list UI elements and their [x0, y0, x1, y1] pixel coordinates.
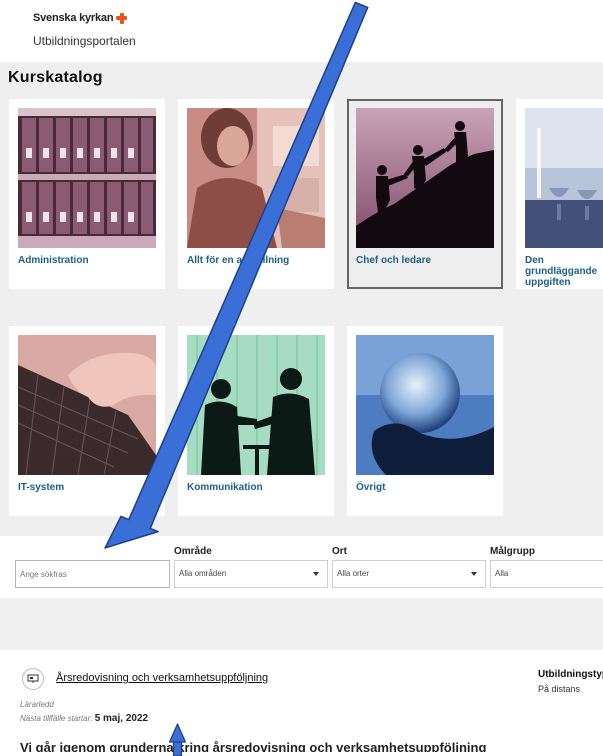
target-select-value: Alla — [495, 569, 509, 578]
site-header: Svenska kyrkan Utbildningsportalen — [0, 0, 603, 62]
target-select[interactable]: Alla — [490, 560, 603, 588]
area-select-value: Alla områden — [179, 569, 227, 578]
course-title-link[interactable]: Årsredovisning och verksamhetsuppföljnin… — [56, 672, 268, 684]
course-next-start: Nästa tillfälle startar: 5 maj, 2022 — [20, 713, 148, 724]
category-label: Administration — [18, 255, 89, 266]
category-image-glass-sphere — [356, 335, 494, 475]
place-select[interactable]: Alla orter — [332, 560, 486, 588]
next-start-date: 5 maj, 2022 — [94, 713, 149, 724]
course-type-heading: Utbildningstyp — [538, 669, 603, 680]
category-label: Den grundläggande uppgiften — [525, 255, 598, 288]
course-result-item[interactable]: Årsredovisning och verksamhetsuppföljnin… — [0, 650, 603, 756]
area-select[interactable]: Alla områden — [174, 560, 328, 588]
brand-logo[interactable]: Svenska kyrkan — [33, 12, 128, 24]
search-input[interactable] — [15, 560, 170, 588]
category-image-laptop-hand — [18, 335, 156, 475]
brand-name: Svenska kyrkan — [33, 12, 114, 24]
category-card-administration[interactable]: Administration — [9, 99, 165, 289]
category-image-office-woman — [187, 108, 325, 248]
category-label: Övrigt — [356, 482, 386, 493]
category-label: Allt för en anställning — [187, 255, 290, 266]
place-filter-label: Ort — [332, 546, 347, 557]
category-image-two-people — [187, 335, 325, 475]
chevron-down-icon — [313, 572, 319, 576]
course-type-value: På distans — [538, 684, 581, 694]
category-card-ovrigt[interactable]: Övrigt — [347, 326, 503, 516]
category-image-chalices — [525, 108, 603, 248]
category-card-it-system[interactable]: IT-system — [9, 326, 165, 516]
course-format: Lärarledd — [20, 700, 54, 709]
category-label: Chef och ledare — [356, 255, 432, 266]
chevron-down-icon — [471, 572, 477, 576]
category-card-chef-och-ledare[interactable]: Chef och ledare — [347, 99, 503, 289]
place-select-value: Alla orter — [337, 569, 370, 578]
cross-icon — [116, 12, 128, 24]
category-card-kommunikation[interactable]: Kommunikation — [178, 326, 334, 516]
portal-name: Utbildningsportalen — [33, 34, 136, 48]
search-filters: Område Alla områden Ort Alla orter Målgr… — [0, 536, 603, 598]
course-catalog: Kurskatalog Administration Allt för en a… — [0, 62, 603, 536]
course-description: Vi går igenom grunderna kring årsredovis… — [20, 740, 487, 752]
category-image-binders — [18, 108, 156, 248]
area-filter-label: Område — [174, 546, 212, 557]
category-card-den-grundlaggande-uppgiften[interactable]: Den grundläggande uppgiften — [516, 99, 603, 289]
category-label: Kommunikation — [187, 482, 263, 493]
category-label: IT-system — [18, 482, 65, 493]
classroom-icon — [22, 668, 44, 690]
results-header-band — [0, 598, 603, 650]
category-image-climbers — [356, 108, 494, 248]
next-start-label: Nästa tillfälle startar: — [20, 714, 93, 723]
category-card-allt-for-en-anstallning[interactable]: Allt för en anställning — [178, 99, 334, 289]
catalog-title: Kurskatalog — [8, 69, 103, 86]
target-filter-label: Målgrupp — [490, 546, 535, 557]
